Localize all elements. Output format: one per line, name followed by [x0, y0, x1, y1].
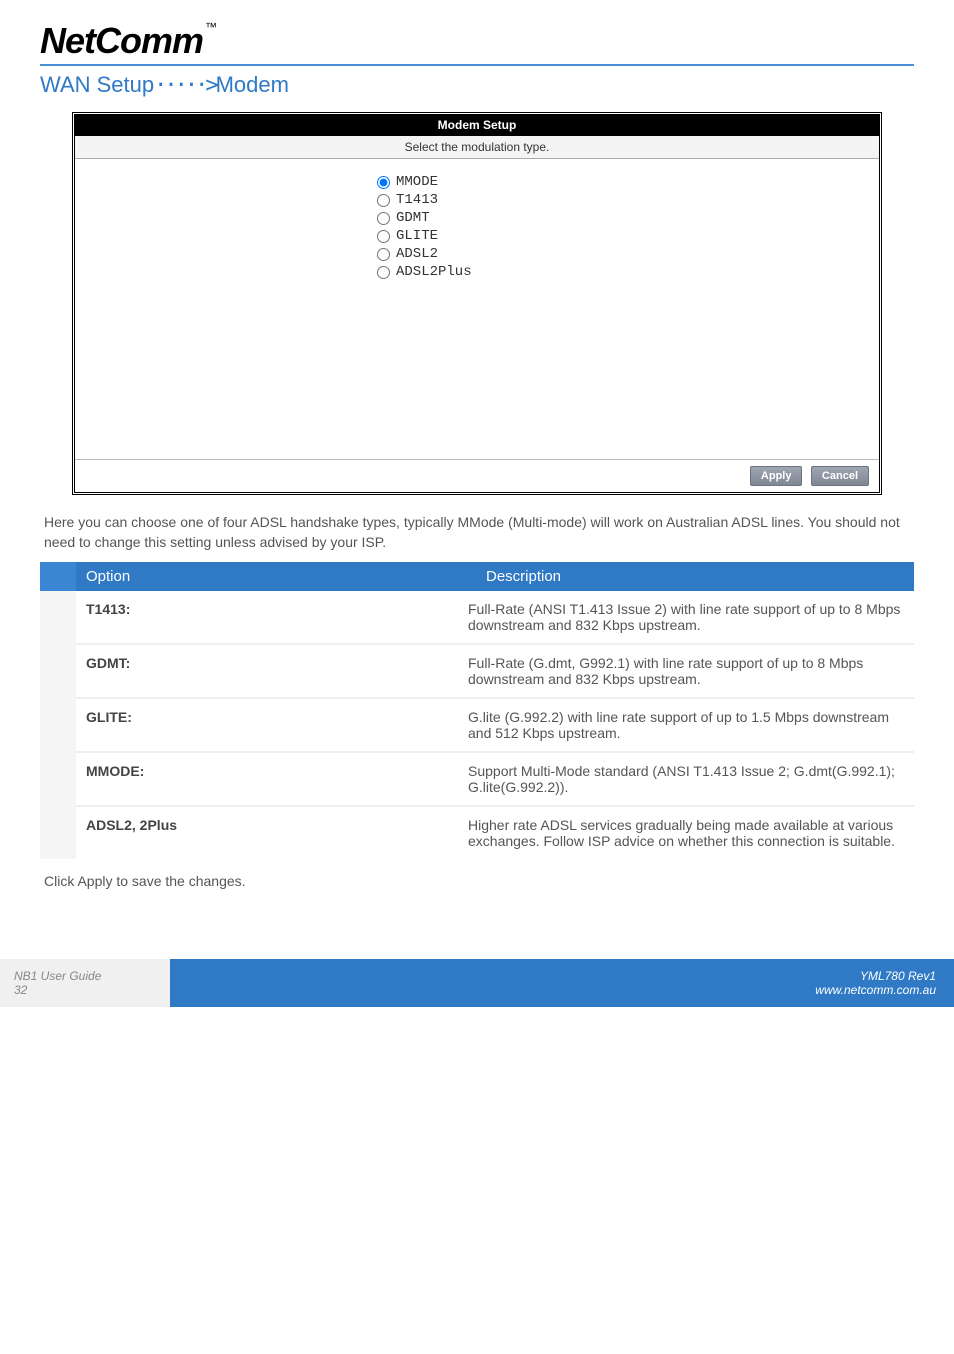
table-row: ADSL2, 2Plus Higher rate ADSL services g…: [58, 806, 914, 859]
table-row: GDMT: Full-Rate (G.dmt, G992.1) with lin…: [58, 644, 914, 698]
radio-input-adsl2plus[interactable]: [377, 266, 390, 279]
apply-button[interactable]: Apply: [750, 466, 803, 486]
radio-glite[interactable]: GLITE: [377, 227, 577, 245]
option-desc: G.lite (G.992.2) with line rate support …: [458, 698, 914, 752]
table-row: MMODE: Support Multi-Mode standard (ANSI…: [58, 752, 914, 806]
radio-input-adsl2[interactable]: [377, 248, 390, 261]
footer-left: NB1 User Guide 32: [0, 959, 170, 1007]
option-label: T1413:: [58, 591, 458, 644]
footer-guide: NB1 User Guide: [14, 969, 156, 983]
footer-url: www.netcomm.com.au: [188, 983, 936, 997]
radio-input-gdmt[interactable]: [377, 212, 390, 225]
brand-name: NetComm: [40, 20, 203, 61]
radio-t1413[interactable]: T1413: [377, 191, 577, 209]
header-divider: [40, 64, 914, 66]
option-label: ADSL2, 2Plus: [58, 806, 458, 859]
table-row: T1413: Full-Rate (ANSI T1.413 Issue 2) w…: [58, 591, 914, 644]
option-desc: Full-Rate (G.dmt, G992.1) with line rate…: [458, 644, 914, 698]
intro-paragraph: Here you can choose one of four ADSL han…: [44, 513, 910, 552]
panel-footer: Apply Cancel: [75, 459, 879, 492]
brand-tm: ™: [205, 20, 216, 34]
section-title: WAN Setup·····>Modem: [40, 72, 914, 98]
option-desc: Full-Rate (ANSI T1.413 Issue 2) with lin…: [458, 591, 914, 644]
option-label: GDMT:: [58, 644, 458, 698]
radio-label: MMODE: [396, 174, 438, 190]
panel-subheader: Select the modulation type.: [75, 136, 879, 159]
radio-input-t1413[interactable]: [377, 194, 390, 207]
modem-setup-panel: Modem Setup Select the modulation type. …: [72, 112, 882, 495]
panel-header: Modem Setup: [75, 115, 879, 136]
radio-label: ADSL2Plus: [396, 264, 472, 280]
radio-label: ADSL2: [396, 246, 438, 262]
table-row: GLITE: G.lite (G.992.2) with line rate s…: [58, 698, 914, 752]
brand-logo: NetComm™: [40, 20, 914, 62]
footer-right: YML780 Rev1 www.netcomm.com.au: [170, 959, 954, 1007]
radio-adsl2plus[interactable]: ADSL2Plus: [377, 263, 577, 281]
radio-input-glite[interactable]: [377, 230, 390, 243]
radio-label: GDMT: [396, 210, 430, 226]
option-desc: Support Multi-Mode standard (ANSI T1.413…: [458, 752, 914, 806]
options-table-header: Option Description: [40, 562, 914, 591]
header-option: Option: [76, 562, 476, 591]
radio-input-mmode[interactable]: [377, 176, 390, 189]
closing-paragraph: Click Apply to save the changes.: [44, 873, 910, 889]
option-desc: Higher rate ADSL services gradually bein…: [458, 806, 914, 859]
modulation-radio-group: MMODE T1413 GDMT GLITE: [377, 173, 577, 281]
page-footer: NB1 User Guide 32 YML780 Rev1 www.netcom…: [0, 959, 954, 1007]
option-label: MMODE:: [58, 752, 458, 806]
section-title-left: WAN Setup: [40, 72, 154, 97]
footer-page: 32: [14, 983, 156, 997]
option-label: GLITE:: [58, 698, 458, 752]
radio-adsl2[interactable]: ADSL2: [377, 245, 577, 263]
cancel-button[interactable]: Cancel: [811, 466, 869, 486]
header-description: Description: [476, 562, 914, 591]
radio-label: GLITE: [396, 228, 438, 244]
radio-gdmt[interactable]: GDMT: [377, 209, 577, 227]
options-table: T1413: Full-Rate (ANSI T1.413 Issue 2) w…: [40, 591, 914, 859]
section-arrow-icon: ·····>: [154, 73, 215, 98]
radio-label: T1413: [396, 192, 438, 208]
section-title-right: Modem: [216, 72, 289, 97]
footer-rev: YML780 Rev1: [188, 969, 936, 983]
radio-mmode[interactable]: MMODE: [377, 173, 577, 191]
